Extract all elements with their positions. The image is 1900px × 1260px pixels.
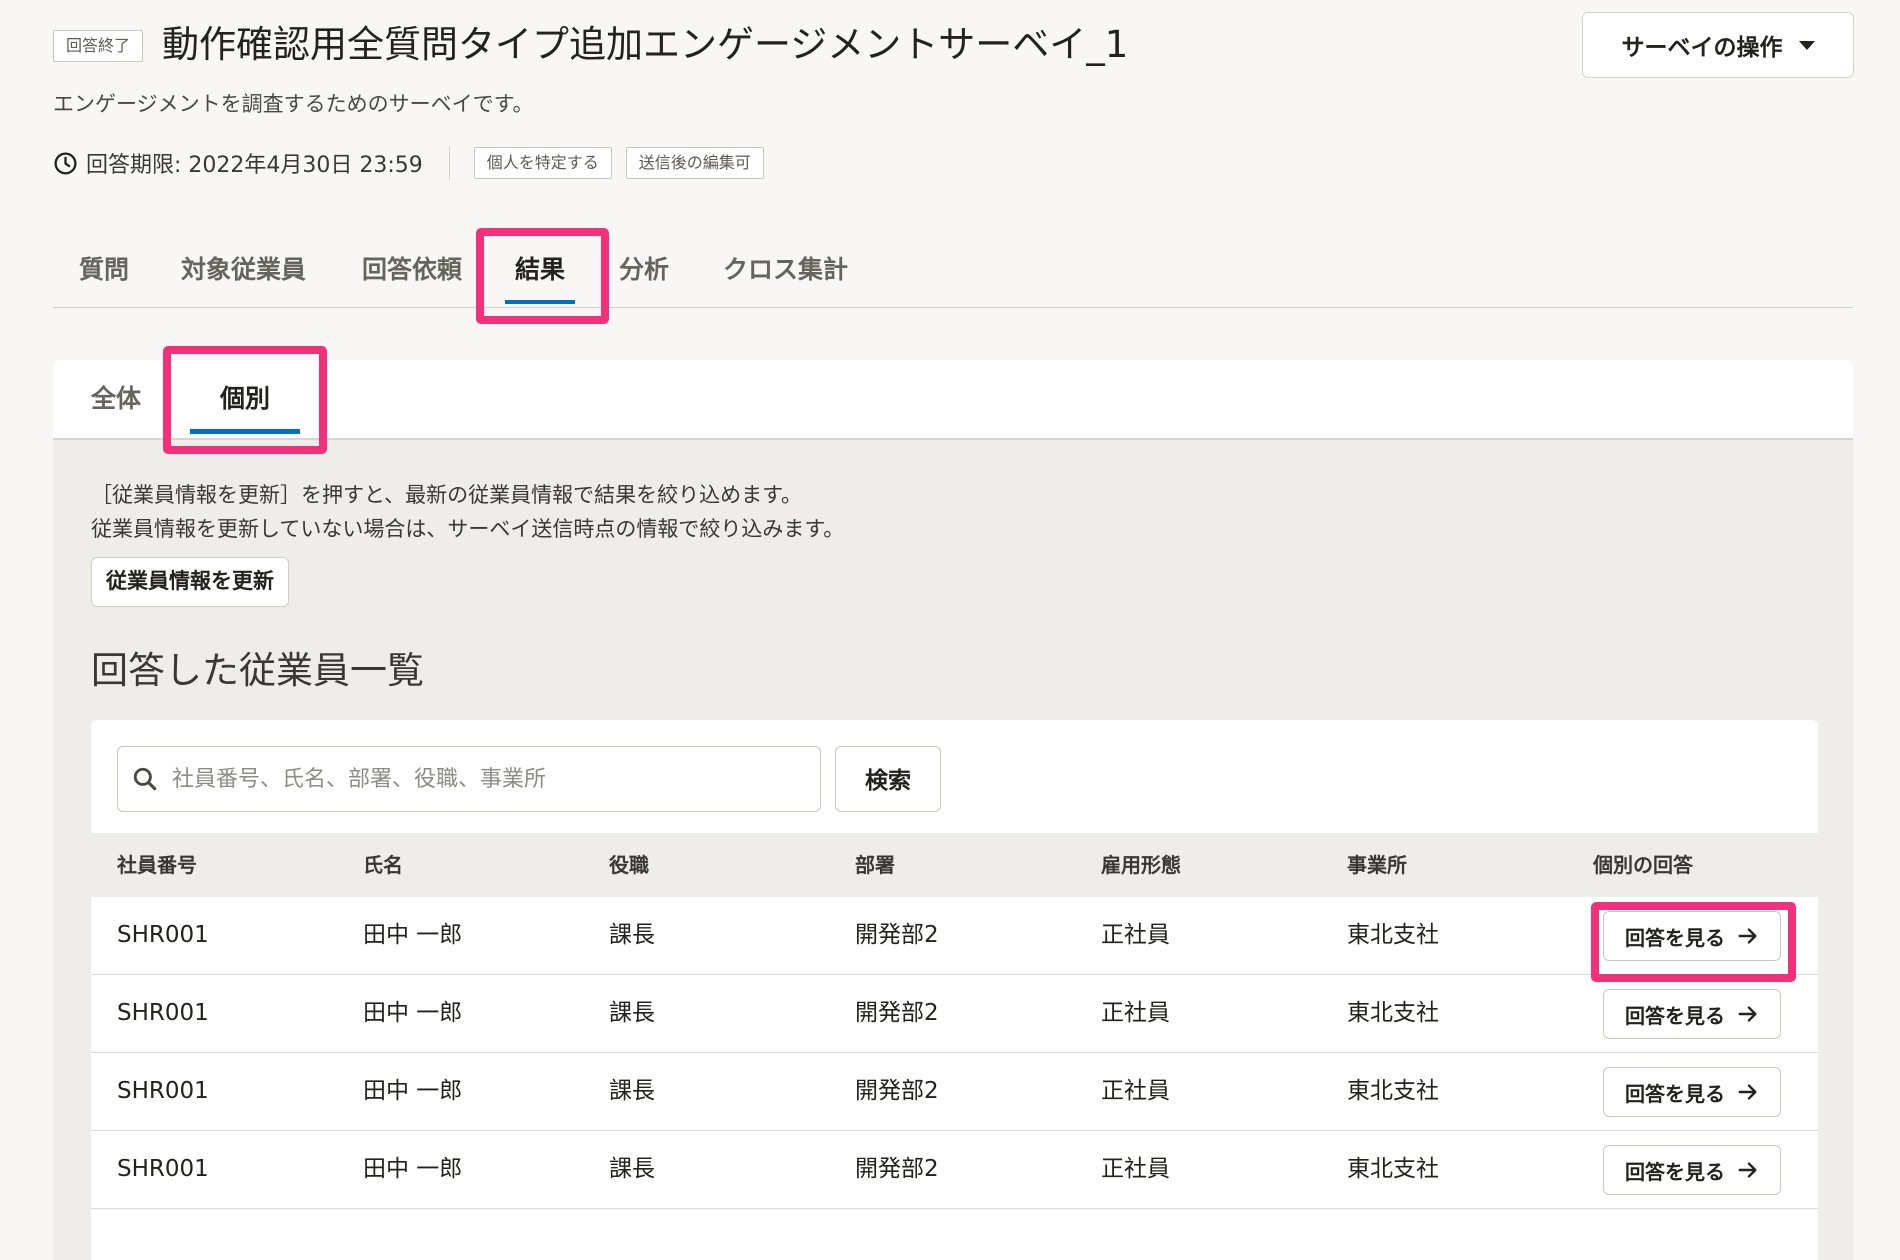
sub-tabs: 全体 個別: [53, 360, 1853, 440]
view-answer-button[interactable]: 回答を見る: [1603, 911, 1781, 961]
section-title: 回答した従業員一覧: [91, 649, 424, 692]
notice-line: 従業員情報を更新していない場合は、サーベイ送信時点の情報で絞り込みます。: [91, 517, 845, 541]
view-answer-button[interactable]: 回答を見る: [1603, 1145, 1781, 1195]
employee-list-panel: 検索 社員番号 氏名 役職 部署 雇用形態 事業所 個別の回答 SHR001 田…: [91, 720, 1818, 1260]
cell-employee-number: SHR001: [117, 922, 209, 948]
results-card: 全体 個別 ［従業員情報を更新］を押すと、最新の従業員情報で結果を絞り込めます。…: [53, 360, 1853, 1260]
cell-office: 東北支社: [1347, 1156, 1439, 1182]
refresh-employee-info-button[interactable]: 従業員情報を更新: [91, 557, 289, 607]
tabs-divider: [53, 307, 1853, 308]
survey-meta: 回答期限: 2022年4月30日 23:59 個人を特定する 送信後の編集可: [53, 145, 778, 181]
arrow-right-icon: [1738, 1006, 1757, 1022]
column-header-employment-type: 雇用形態: [1101, 853, 1181, 877]
cell-name: 田中 一郎: [363, 922, 463, 948]
cell-employment-type: 正社員: [1101, 922, 1170, 948]
sub-tab-overall[interactable]: 全体: [91, 360, 141, 438]
cell-position: 課長: [609, 1156, 655, 1182]
table-row: SHR001 田中 一郎 課長 開発部2 正社員 東北支社 回答を見る: [91, 975, 1818, 1053]
search-icon: [133, 767, 157, 791]
view-answer-label: 回答を見る: [1625, 1161, 1725, 1184]
cell-employment-type: 正社員: [1101, 1156, 1170, 1182]
cell-office: 東北支社: [1347, 1078, 1439, 1104]
survey-results-page: 回答終了 動作確認用全質問タイプ追加エンゲージメントサーベイ_1 サーベイの操作…: [0, 0, 1900, 1260]
column-header-office: 事業所: [1347, 853, 1407, 877]
clock-icon: [54, 151, 77, 175]
cell-employment-type: 正社員: [1101, 1000, 1170, 1026]
status-badge: 回答終了: [53, 30, 144, 62]
view-answer-button[interactable]: 回答を見る: [1603, 989, 1781, 1039]
tab-cross-tabulation[interactable]: クロス集計: [723, 232, 848, 308]
main-tabs: 質問 対象従業員 回答依頼 結果 分析 クロス集計: [53, 232, 1853, 308]
cell-name: 田中 一郎: [363, 1000, 463, 1026]
survey-actions-label: サーベイの操作: [1621, 34, 1783, 60]
arrow-right-icon: [1738, 928, 1757, 944]
notice-line: ［従業員情報を更新］を押すと、最新の従業員情報で結果を絞り込めます。: [91, 483, 803, 507]
tab-questions[interactable]: 質問: [79, 232, 129, 308]
cell-position: 課長: [609, 1078, 655, 1104]
deadline-text: 回答期限: 2022年4月30日 23:59: [86, 153, 423, 178]
cell-employee-number: SHR001: [117, 1000, 209, 1026]
tab-analysis[interactable]: 分析: [619, 232, 669, 308]
tab-results[interactable]: 結果: [504, 232, 576, 308]
cell-office: 東北支社: [1347, 922, 1439, 948]
column-header-name: 氏名: [363, 853, 403, 877]
tag-identify-individual: 個人を特定する: [473, 147, 612, 179]
update-notice: ［従業員情報を更新］を押すと、最新の従業員情報で結果を絞り込めます。 従業員情報…: [91, 478, 844, 546]
cell-employee-number: SHR001: [117, 1078, 209, 1104]
cell-position: 課長: [609, 1000, 655, 1026]
cell-office: 東北支社: [1347, 1000, 1439, 1026]
tab-target-employees[interactable]: 対象従業員: [181, 232, 306, 308]
sub-tab-individual[interactable]: 個別: [189, 360, 301, 438]
view-answer-label: 回答を見る: [1625, 1005, 1725, 1028]
survey-description: エンゲージメントを調査するためのサーベイです。: [53, 92, 534, 116]
column-header-employee-number: 社員番号: [117, 853, 197, 877]
table-row: SHR001 田中 一郎 課長 開発部2 正社員 東北支社 回答を見る: [91, 1131, 1818, 1209]
cell-name: 田中 一郎: [363, 1078, 463, 1104]
view-answer-label: 回答を見る: [1625, 927, 1725, 950]
view-answer-button[interactable]: 回答を見る: [1603, 1067, 1781, 1117]
cell-department: 開発部2: [855, 1000, 939, 1026]
table-row: SHR001 田中 一郎 課長 開発部2 正社員 東北支社 回答を見る: [91, 897, 1818, 975]
cell-employee-number: SHR001: [117, 1156, 209, 1182]
cell-department: 開発部2: [855, 1156, 939, 1182]
page-title: 動作確認用全質問タイプ追加エンゲージメントサーベイ_1: [162, 23, 1129, 66]
cell-name: 田中 一郎: [363, 1156, 463, 1182]
column-header-position: 役職: [609, 853, 649, 877]
cell-department: 開発部2: [855, 922, 939, 948]
survey-actions-button[interactable]: サーベイの操作: [1582, 12, 1854, 78]
cell-employment-type: 正社員: [1101, 1078, 1170, 1104]
table-header: 社員番号 氏名 役職 部署 雇用形態 事業所 個別の回答: [91, 833, 1818, 897]
arrow-right-icon: [1738, 1162, 1757, 1178]
column-header-individual-answer: 個別の回答: [1593, 853, 1693, 877]
column-header-department: 部署: [855, 853, 895, 877]
search-input[interactable]: [170, 765, 820, 793]
meta-divider: [448, 146, 450, 180]
search-button[interactable]: 検索: [835, 746, 941, 812]
table-row: SHR001 田中 一郎 課長 開発部2 正社員 東北支社 回答を見る: [91, 1053, 1818, 1131]
cell-department: 開発部2: [855, 1078, 939, 1104]
arrow-right-icon: [1738, 1084, 1757, 1100]
search-box: [117, 746, 821, 812]
caret-down-icon: [1798, 40, 1815, 50]
tab-answer-requests[interactable]: 回答依頼: [362, 232, 462, 308]
view-answer-label: 回答を見る: [1625, 1083, 1725, 1106]
tag-editable-after-submit: 送信後の編集可: [625, 147, 764, 179]
cell-position: 課長: [609, 922, 655, 948]
